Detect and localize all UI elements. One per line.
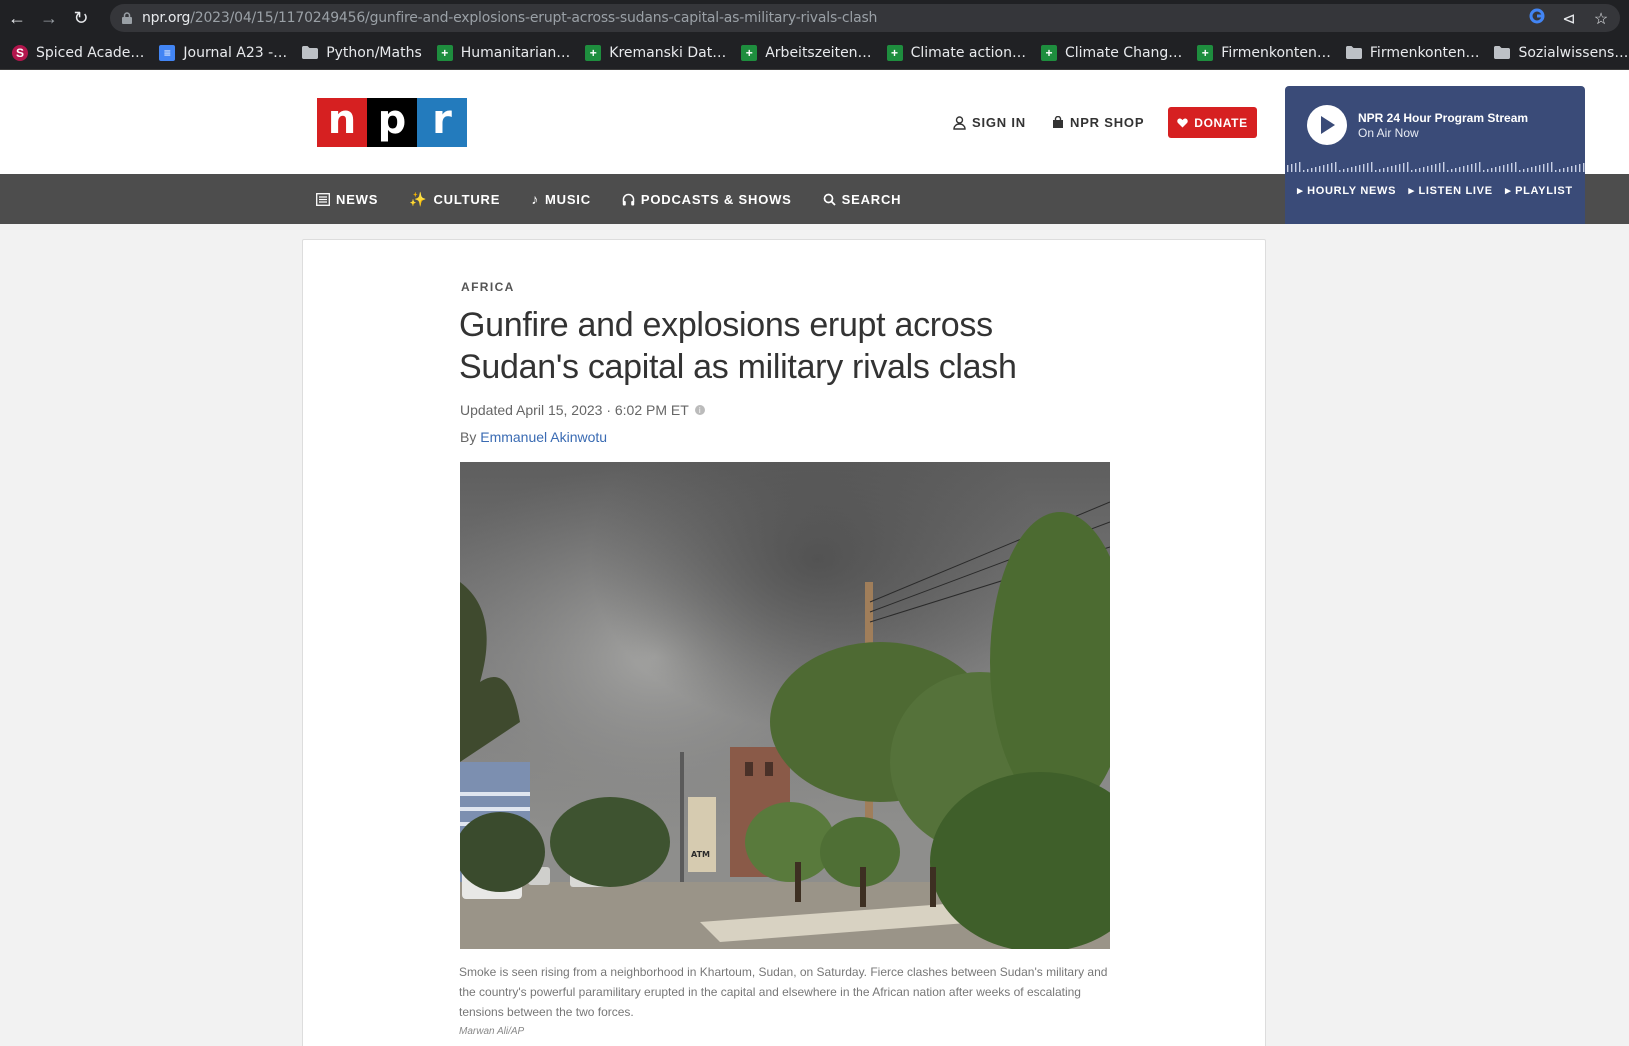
- sheet-icon: +: [585, 44, 602, 61]
- bookmark-item[interactable]: ≡ Journal A23 -…: [159, 44, 288, 61]
- bookmark-item[interactable]: Python/Maths: [302, 45, 422, 61]
- dancer-icon: ✨: [409, 190, 428, 207]
- article-dateline: Updated April 15, 2023 · 6:02 PM ET i: [460, 402, 705, 418]
- heart-icon: [1177, 118, 1189, 127]
- article-byline: By Emmanuel Akinwotu: [460, 429, 607, 445]
- user-icon: [953, 115, 966, 130]
- atm-sign-text: ATM: [691, 850, 710, 859]
- dateline-text: Updated April 15, 2023 · 6:02 PM ET: [460, 402, 689, 418]
- google-icon[interactable]: [1528, 8, 1546, 29]
- bookmark-item[interactable]: + Arbeitszeiten…: [741, 44, 872, 61]
- hourly-news-label: HOURLY NEWS: [1307, 185, 1397, 197]
- byline-prefix: By: [460, 429, 481, 445]
- forward-arrow-icon[interactable]: →: [34, 3, 64, 33]
- newspaper-icon: [316, 192, 330, 206]
- browser-toolbar: ← → ↻ npr.org/2023/04/15/1170249456/gunf…: [0, 0, 1629, 36]
- music-note-icon: ♪: [531, 191, 539, 207]
- bookmark-label: Firmenkonten…: [1369, 44, 1480, 61]
- bookmark-label: Climate action…: [910, 44, 1026, 61]
- sheet-icon: +: [741, 44, 758, 61]
- sheet-icon: +: [886, 44, 903, 61]
- shopping-bag-icon: [1053, 116, 1063, 128]
- folder-icon: [1345, 45, 1362, 61]
- nav-news[interactable]: NEWS: [316, 192, 378, 207]
- url-text: npr.org/2023/04/15/1170249456/gunfire-an…: [142, 10, 878, 26]
- sign-in-label: SIGN IN: [972, 115, 1026, 130]
- nav-music-label: MUSIC: [545, 191, 591, 207]
- nav-culture-label: CULTURE: [433, 191, 501, 207]
- sheet-icon: +: [436, 44, 453, 61]
- folder-icon: [1494, 45, 1511, 61]
- stream-title[interactable]: NPR 24 Hour Program Stream: [1358, 111, 1528, 125]
- nav-music[interactable]: ♪ MUSIC: [531, 191, 591, 207]
- audio-waveform: [1287, 162, 1585, 172]
- photo-caption: Smoke is seen rising from a neighborhood…: [459, 965, 1108, 1019]
- article-section-slug[interactable]: AFRICA: [461, 280, 515, 294]
- bookmark-label: Spiced Acade…: [36, 44, 145, 61]
- bookmark-label: Kremanski Dat…: [609, 44, 727, 61]
- listen-live-label: LISTEN LIVE: [1418, 185, 1493, 197]
- sheet-icon: +: [1197, 44, 1214, 61]
- logo-letter-r: r: [417, 97, 467, 147]
- bookmark-label: Humanitarian…: [460, 44, 571, 61]
- article-headline: Gunfire and explosions erupt across Suda…: [459, 306, 1017, 386]
- bookmark-label: Journal A23 -…: [183, 44, 288, 61]
- play-button[interactable]: [1307, 105, 1347, 145]
- nav-culture[interactable]: ✨ CULTURE: [409, 191, 500, 208]
- bookmark-item[interactable]: S Spiced Acade…: [12, 44, 145, 61]
- stream-subtitle: On Air Now: [1358, 126, 1419, 140]
- nav-search[interactable]: SEARCH: [823, 192, 902, 207]
- npr-shop-label: NPR SHOP: [1070, 115, 1145, 130]
- playlist-label: PLAYLIST: [1515, 185, 1573, 197]
- logo-letter-n: n: [317, 97, 367, 147]
- donate-label: DONATE: [1194, 115, 1248, 130]
- bookmark-label: Firmenkonten…: [1221, 44, 1331, 61]
- bookmark-star-icon[interactable]: ☆: [1592, 9, 1610, 29]
- play-icon: [1321, 116, 1335, 134]
- npr-shop-link[interactable]: NPR SHOP: [1052, 115, 1144, 130]
- back-arrow-icon[interactable]: ←: [2, 3, 32, 33]
- bookmark-item[interactable]: + Firmenkonten…: [1197, 44, 1331, 61]
- bookmark-item[interactable]: Firmenkonten…: [1345, 44, 1480, 61]
- playlist-link[interactable]: ▸ PLAYLIST: [1505, 184, 1573, 197]
- spiced-icon: S: [12, 44, 28, 61]
- bookmarks-bar: S Spiced Acade… ≡ Journal A23 -… Python/Math…: [0, 36, 1629, 70]
- address-bar[interactable]: npr.org/2023/04/15/1170249456/gunfire-an…: [110, 4, 1620, 32]
- bookmark-label: Sozialwissens…: [1518, 44, 1629, 61]
- bookmark-label: Python/Maths: [326, 44, 422, 61]
- nav-news-label: NEWS: [336, 191, 379, 207]
- sheet-icon: +: [1040, 44, 1057, 61]
- lock-icon: [122, 12, 132, 24]
- sign-in-link[interactable]: SIGN IN: [953, 115, 1026, 130]
- photo-credit: Marwan Ali/AP: [459, 1026, 525, 1037]
- share-icon[interactable]: ⊲: [1560, 9, 1578, 29]
- nav-podcasts-label: PODCASTS & SHOWS: [640, 191, 792, 207]
- npr-logo[interactable]: n p r: [317, 97, 467, 147]
- bookmark-item[interactable]: + Climate action…: [886, 44, 1026, 61]
- nav-podcasts[interactable]: PODCASTS & SHOWS: [622, 192, 792, 207]
- bookmark-label: Climate Chang…: [1064, 44, 1183, 61]
- bookmark-item[interactable]: Sozialwissens…: [1494, 45, 1628, 61]
- listen-live-link[interactable]: ▸ LISTEN LIVE: [1408, 184, 1492, 197]
- search-icon: [823, 193, 836, 206]
- bookmark-item[interactable]: + Kremanski Dat…: [585, 44, 727, 61]
- khartoum-smoke-image: ATM: [460, 462, 1110, 949]
- logo-letter-p: p: [367, 97, 417, 147]
- nav-search-label: SEARCH: [841, 191, 902, 207]
- donate-button[interactable]: DONATE: [1168, 107, 1257, 138]
- hourly-news-link[interactable]: ▸ HOURLY NEWS: [1297, 184, 1396, 197]
- author-link[interactable]: Emmanuel Akinwotu: [480, 429, 607, 445]
- headphones-icon: [622, 193, 635, 205]
- program-stream-widget: NPR 24 Hour Program Stream On Air Now ▸ …: [1285, 86, 1585, 224]
- reload-icon[interactable]: ↻: [66, 3, 96, 33]
- bookmark-item[interactable]: + Climate Chang…: [1040, 44, 1183, 61]
- info-icon[interactable]: i: [694, 405, 705, 415]
- bookmark-item[interactable]: + Humanitarian…: [436, 44, 571, 61]
- docs-icon: ≡: [159, 44, 176, 61]
- folder-icon: [302, 45, 319, 61]
- article-photo[interactable]: ATM: [460, 462, 1110, 949]
- bookmark-label: Arbeitszeiten…: [765, 44, 872, 61]
